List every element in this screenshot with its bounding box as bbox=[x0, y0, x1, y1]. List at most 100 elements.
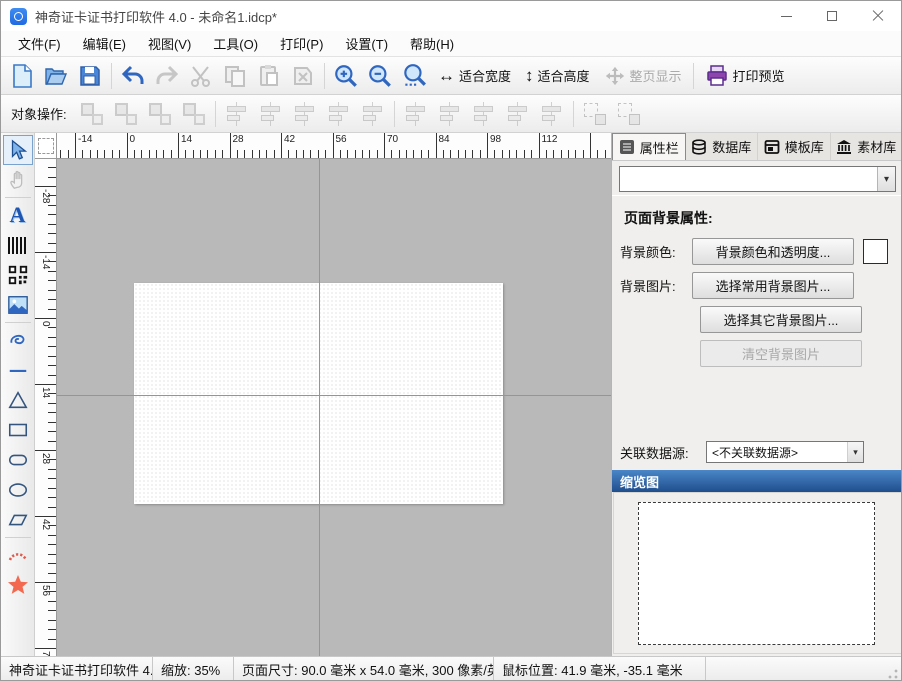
tool-triangle[interactable] bbox=[3, 385, 33, 415]
database-icon bbox=[691, 139, 707, 155]
panel-tab-bar: 属性栏 数据库 模板库 素材库 bbox=[612, 133, 902, 161]
ruler-tick bbox=[48, 601, 56, 602]
close-button[interactable] bbox=[855, 1, 901, 31]
select-common-bg-button[interactable]: 选择常用背景图片... bbox=[692, 272, 854, 299]
tab-properties[interactable]: 属性栏 bbox=[612, 133, 686, 160]
ruler-tick bbox=[384, 133, 385, 158]
print-preview-icon bbox=[705, 64, 729, 88]
equal-height-icon bbox=[471, 101, 497, 127]
ruler-tick bbox=[163, 150, 164, 158]
tool-rounded-rectangle[interactable] bbox=[3, 445, 33, 475]
tool-ellipse[interactable] bbox=[3, 475, 33, 505]
object-selector-combo[interactable]: ▾ bbox=[619, 166, 896, 192]
close-icon bbox=[872, 10, 884, 22]
workspace: A bbox=[1, 133, 902, 656]
tool-star[interactable] bbox=[3, 570, 33, 600]
ruler-tick bbox=[494, 150, 495, 158]
tool-parallelogram[interactable] bbox=[3, 505, 33, 535]
menu-file[interactable]: 文件(F) bbox=[7, 31, 72, 56]
undo-button[interactable] bbox=[117, 60, 149, 92]
cut-button bbox=[185, 60, 217, 92]
new-document-button[interactable] bbox=[6, 60, 38, 92]
material-library-icon bbox=[836, 139, 852, 155]
paste-icon bbox=[257, 64, 281, 88]
send-to-back-icon bbox=[113, 101, 139, 127]
ruler-tick bbox=[340, 150, 341, 158]
tool-arc-text[interactable] bbox=[3, 540, 33, 570]
align-center-horizontal-icon bbox=[258, 101, 284, 127]
ruler-tick bbox=[48, 365, 56, 366]
right-panel: 属性栏 数据库 模板库 素材库 ▾ 页 bbox=[611, 133, 902, 656]
select-other-bg-button[interactable]: 选择其它背景图片... bbox=[700, 306, 862, 333]
tool-curve[interactable] bbox=[3, 325, 33, 355]
zoom-out-button[interactable] bbox=[364, 60, 396, 92]
arc-text-icon bbox=[6, 543, 30, 567]
bg-color-label: 背景颜色: bbox=[620, 242, 692, 261]
tool-rectangle[interactable] bbox=[3, 415, 33, 445]
datasource-combo[interactable]: <不关联数据源> ▾ bbox=[706, 441, 864, 463]
ruler-tick bbox=[406, 150, 407, 158]
thumbnail-header: 缩览图 bbox=[612, 470, 902, 492]
ruler-vertical: -28-1401428425670 bbox=[35, 159, 57, 656]
app-icon bbox=[10, 8, 27, 25]
ruler-tick bbox=[48, 497, 56, 498]
design-canvas[interactable] bbox=[57, 159, 611, 656]
menu-print[interactable]: 打印(P) bbox=[269, 31, 334, 56]
ruler-tick bbox=[516, 150, 517, 158]
vertical-guide-line bbox=[319, 159, 320, 656]
ruler-tick bbox=[347, 150, 348, 158]
ruler-tick bbox=[48, 629, 56, 630]
tool-text[interactable]: A bbox=[3, 200, 33, 230]
bg-color-swatch bbox=[863, 239, 888, 264]
tool-select[interactable] bbox=[3, 135, 33, 165]
tab-database[interactable]: 数据库 bbox=[686, 133, 759, 160]
bg-color-button[interactable]: 背景颜色和透明度... bbox=[692, 238, 854, 265]
maximize-button[interactable] bbox=[809, 1, 855, 31]
menu-help[interactable]: 帮助(H) bbox=[399, 31, 465, 56]
menu-edit[interactable]: 编辑(E) bbox=[72, 31, 137, 56]
ruler-tick bbox=[48, 639, 56, 640]
datasource-dropdown-button[interactable]: ▾ bbox=[847, 442, 863, 462]
ruler-tick bbox=[48, 431, 56, 432]
ruler-tick bbox=[35, 582, 56, 583]
zoom-actual-size-button[interactable] bbox=[398, 60, 430, 92]
open-button[interactable] bbox=[40, 60, 72, 92]
ruler-tick bbox=[68, 150, 69, 158]
ruler-tick bbox=[48, 280, 56, 281]
fit-height-button[interactable]: ↕ 适合高度 bbox=[519, 60, 596, 92]
menu-settings[interactable]: 设置(T) bbox=[334, 31, 399, 56]
tab-templates-label: 模板库 bbox=[785, 137, 824, 156]
print-preview-button[interactable]: 打印预览 bbox=[699, 60, 791, 92]
tool-line[interactable] bbox=[3, 355, 33, 385]
ruler-tick bbox=[480, 150, 481, 158]
tab-database-label: 数据库 bbox=[712, 137, 751, 156]
minimize-button[interactable] bbox=[763, 1, 809, 31]
menu-tools[interactable]: 工具(O) bbox=[202, 31, 269, 56]
ruler-label: 56 bbox=[336, 134, 347, 145]
ruler-tick bbox=[281, 133, 282, 158]
ruler-tick bbox=[48, 177, 56, 178]
ruler-tick bbox=[391, 150, 392, 158]
horizontal-guide-line bbox=[57, 395, 611, 396]
resize-grip-icon[interactable] bbox=[887, 668, 899, 680]
fit-page-icon bbox=[604, 65, 626, 87]
align-center-vertical-icon bbox=[360, 101, 386, 127]
save-button[interactable] bbox=[74, 60, 106, 92]
tab-materials[interactable]: 素材库 bbox=[831, 133, 902, 160]
zoom-out-icon bbox=[367, 63, 393, 89]
tab-templates[interactable]: 模板库 bbox=[758, 133, 831, 160]
tool-qrcode[interactable] bbox=[3, 260, 33, 290]
menu-view[interactable]: 视图(V) bbox=[137, 31, 202, 56]
zoom-actual-size-icon bbox=[401, 63, 427, 89]
zoom-in-icon bbox=[333, 63, 359, 89]
zoom-in-button[interactable] bbox=[330, 60, 362, 92]
ruler-tick bbox=[48, 299, 56, 300]
fit-height-label: 适合高度 bbox=[538, 66, 590, 85]
tool-image[interactable] bbox=[3, 290, 33, 320]
ruler-tick bbox=[178, 133, 179, 158]
triangle-icon bbox=[7, 389, 29, 411]
combo-dropdown-button[interactable]: ▾ bbox=[877, 167, 895, 191]
tool-barcode[interactable] bbox=[3, 230, 33, 260]
align-left-icon bbox=[224, 101, 250, 127]
fit-width-button[interactable]: ↔ 适合宽度 bbox=[432, 60, 517, 92]
